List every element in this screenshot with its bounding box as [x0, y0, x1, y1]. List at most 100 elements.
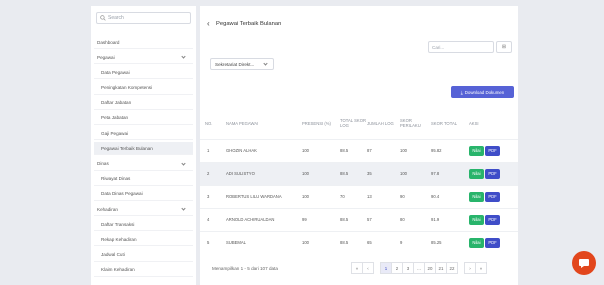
table-row: 4 ARNOLD ACHIRUALDAN 99 88.5 57 80 91.9 Nilai PD… — [200, 207, 518, 231]
col-total: SKOR TOTAL — [431, 120, 458, 126]
col-jumlah-log: JUMLAH LOG — [367, 120, 394, 126]
cell-total: 90.4 — [431, 184, 469, 208]
cell-total: 97.8 — [431, 161, 469, 185]
chevron-down-icon[interactable] — [181, 54, 186, 59]
sidebar-item-label: Kehadiran — [97, 206, 118, 212]
cell-jumlah-log: 35 — [367, 161, 400, 185]
pdf-button[interactable]: PDF — [485, 168, 500, 179]
cell-total: 91.9 — [431, 207, 469, 231]
chevron-down-icon[interactable] — [181, 160, 186, 166]
chat-icon — [579, 259, 589, 268]
unit-filter-value: Sekretariat Direkt... — [215, 61, 255, 67]
sidebar-item-jadwal-cuti[interactable]: Jadwal Cuti — [94, 249, 193, 262]
table-row: 3 ROBERTUS LILU WARDANA 100 70 13 90 90.4 Nilai… — [200, 184, 518, 208]
cell-name: ROBERTUS LILU WARDANA — [226, 184, 302, 208]
cell-actions: Nilai PDF — [469, 138, 518, 162]
cell-no: 4 — [200, 207, 226, 231]
grid-view-button[interactable]: ⊞ — [496, 41, 512, 53]
nilai-button[interactable]: Nilai — [469, 168, 484, 179]
nilai-button[interactable]: Nilai — [469, 145, 484, 156]
sidebar-item-label: Dinas — [97, 161, 109, 166]
cell-actions: Nilai PDF — [469, 161, 518, 185]
nilai-button[interactable]: Nilai — [469, 237, 484, 248]
pdf-button[interactable]: PDF — [485, 237, 500, 248]
pdf-button[interactable]: PDF — [485, 214, 500, 225]
page-button[interactable]: » — [475, 262, 487, 274]
page-button[interactable]: 22 — [446, 262, 458, 274]
sidebar-item-kehadiran[interactable]: Kehadiran — [94, 203, 193, 217]
cell-perilaku: 100 — [400, 138, 431, 162]
sidebar-search[interactable] — [96, 12, 191, 24]
cell-name: ARNOLD ACHIRUALDAN — [226, 207, 302, 231]
back-icon[interactable]: ‹ — [207, 20, 210, 28]
sidebar-item-label: Daftar Jabatan — [101, 100, 132, 106]
sidebar-item-peningkatan-kompetensi[interactable]: Peningkatan Kompetensi — [94, 82, 193, 95]
sidebar-item-label: Rekap Kehadiran — [101, 236, 137, 242]
sidebar-item-label: Pegawai — [97, 54, 115, 60]
table-row: 2 ADI SULISTYO 100 88.5 35 100 97.8 Nilai PDF — [200, 161, 518, 185]
main-panel: ‹ Pegawai Terbaik Bulanan ⊞ Sekretariat … — [200, 6, 518, 285]
table-search-input[interactable] — [428, 41, 494, 53]
table-header-row: NO. NAMA PEGAWAI PRESENSI (%) TOTAL SKOR… — [200, 108, 518, 139]
grid-icon: ⊞ — [501, 44, 507, 50]
cell-perilaku: 90 — [400, 184, 431, 208]
pagination: «‹ 1 2 3... 20 21 22 ›» — [351, 262, 487, 274]
sidebar-item-peta-jabatan[interactable]: Peta Jabatan — [94, 112, 193, 125]
sidebar-item-label: Gaji Pegawai — [101, 130, 129, 136]
sidebar-item-label: Peta Jabatan — [101, 115, 129, 121]
cell-actions: Nilai PDF — [469, 230, 518, 254]
sidebar-item-gaji-pegawai[interactable]: Gaji Pegawai — [94, 127, 193, 141]
sidebar-search-input[interactable] — [108, 15, 188, 21]
sidebar-item-data-dinas-pegawai[interactable]: Data Dinas Pegawai — [94, 188, 193, 201]
sidebar-item-daftar-transaksi[interactable]: Daftar Transaksi — [94, 218, 193, 232]
sidebar-item-pegawai-terbaik-bulanan[interactable]: Pegawai Terbaik Bulanan — [94, 142, 193, 156]
employee-ranking-table: NO. NAMA PEGAWAI PRESENSI (%) TOTAL SKOR… — [200, 108, 518, 254]
cell-no: 3 — [200, 184, 226, 208]
cell-jumlah-log: 65 — [367, 230, 400, 254]
sidebar-item-label: Data Pegawai — [101, 69, 130, 75]
sidebar-item-dinas[interactable]: Dinas — [94, 158, 193, 171]
cell-presensi: 100 — [302, 161, 340, 185]
sidebar: Dashboard Pegawai Data Pegawai Peningkatan … — [91, 6, 196, 285]
cell-perilaku: 9 — [400, 230, 431, 254]
sidebar-item-dashboard[interactable]: Dashboard — [94, 36, 193, 49]
search-icon — [100, 15, 106, 21]
pdf-button[interactable]: PDF — [485, 191, 500, 202]
chat-button[interactable] — [572, 251, 596, 275]
sidebar-item-label: Klaim Kehadiran — [101, 267, 135, 273]
cell-name: GHOZIN ALHAK — [226, 138, 302, 162]
sidebar-item-riwayat-dinas[interactable]: Riwayat Dinas — [94, 173, 193, 186]
cell-jumlah-log: 13 — [367, 184, 400, 208]
sidebar-item-rekap-kehadiran[interactable]: Rekap Kehadiran — [94, 233, 193, 247]
sidebar-item-label: Pegawai Terbaik Bulanan — [101, 145, 153, 151]
download-label: Download Dokumen — [464, 89, 505, 95]
download-icon: ⤓ — [460, 89, 463, 95]
cell-presensi: 100 — [302, 138, 340, 162]
page-button[interactable]: ‹ — [362, 262, 374, 274]
col-name: NAMA PEGAWAI — [226, 120, 259, 126]
table-row: 5 SUBEMAL 100 88.5 65 9 85.25 Nilai PDF — [200, 230, 518, 254]
sidebar-item-label: Jadwal Cuti — [101, 252, 125, 258]
nilai-button[interactable]: Nilai — [469, 214, 484, 225]
col-skor-log: TOTAL SKOR LOG — [340, 118, 366, 129]
table-row: 1 GHOZIN ALHAK 100 88.5 87 100 95.82 Nilai PDF — [200, 138, 518, 162]
sidebar-item-data-pegawai[interactable]: Data Pegawai — [94, 66, 193, 80]
cell-no: 2 — [200, 161, 226, 185]
sidebar-item-label: Dashboard — [97, 39, 120, 45]
sidebar-item-daftar-jabatan[interactable]: Daftar Jabatan — [94, 97, 193, 110]
cell-no: 5 — [200, 230, 226, 254]
unit-filter-select[interactable]: Sekretariat Direkt... — [210, 58, 274, 70]
sidebar-item-label: Peningkatan Kompetensi — [101, 85, 153, 91]
chevron-down-icon[interactable] — [181, 206, 186, 211]
download-document-button[interactable]: ⤓ Download Dokumen — [451, 86, 514, 98]
sidebar-item-pegawai[interactable]: Pegawai — [94, 51, 193, 65]
cell-presensi: 99 — [302, 207, 340, 231]
cell-no: 1 — [200, 138, 226, 162]
sidebar-item-klaim-kehadiran[interactable]: Klaim Kehadiran — [94, 264, 193, 277]
sidebar-item-label: Daftar Transaksi — [101, 221, 135, 227]
cell-skor-log: 88.5 — [340, 230, 367, 254]
cell-total: 85.25 — [431, 230, 469, 254]
nilai-button[interactable]: Nilai — [469, 191, 484, 202]
pdf-button[interactable]: PDF — [485, 145, 500, 156]
cell-actions: Nilai PDF — [469, 207, 518, 231]
